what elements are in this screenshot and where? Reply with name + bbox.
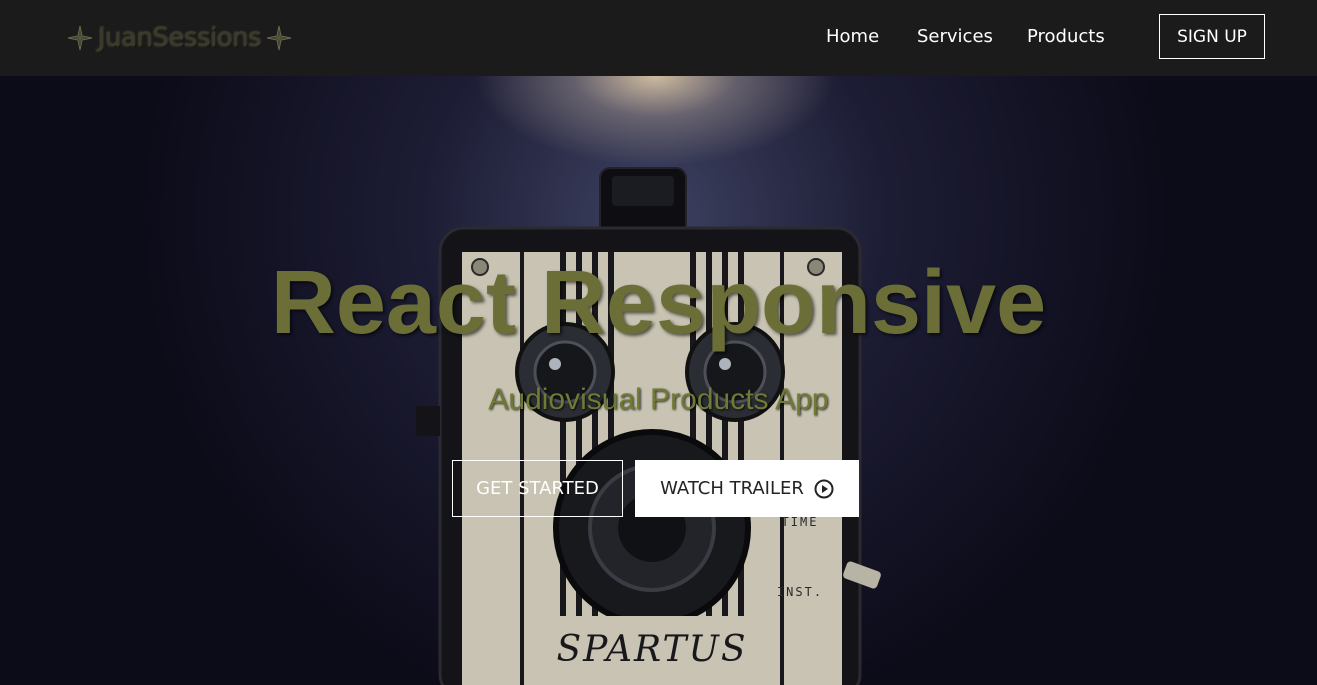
sign-up-button[interactable]: SIGN UP (1159, 14, 1265, 59)
hero-subtitle: Audiovisual Products App (488, 383, 829, 416)
hero-section: SPARTUS TIME INST. React Responsive Audi… (0, 76, 1317, 685)
camera-brand-text: SPARTUS (556, 629, 747, 670)
play-circle-icon (814, 479, 834, 498)
ornament-star-icon (267, 25, 292, 51)
navbar: JuanSessions Home Services Products SIGN… (0, 0, 1317, 76)
get-started-button[interactable]: GET STARTED (452, 460, 623, 517)
logo[interactable]: JuanSessions (64, 20, 295, 56)
watch-trailer-label: WATCH TRAILER (660, 478, 804, 499)
logo-text: JuanSessions (98, 23, 262, 53)
hero-background-camera-image: SPARTUS TIME INST. (416, 167, 881, 685)
camera-inst-label: INST. (777, 585, 823, 599)
nav-link-products[interactable]: Products (1027, 26, 1105, 47)
watch-trailer-button[interactable]: WATCH TRAILER (635, 460, 859, 517)
nav-link-home[interactable]: Home (826, 26, 879, 47)
ornament-star-icon (67, 25, 93, 51)
camera-time-label: TIME (782, 515, 819, 529)
nav-link-services[interactable]: Services (917, 26, 993, 47)
hero-title: React Responsive (270, 253, 1047, 353)
